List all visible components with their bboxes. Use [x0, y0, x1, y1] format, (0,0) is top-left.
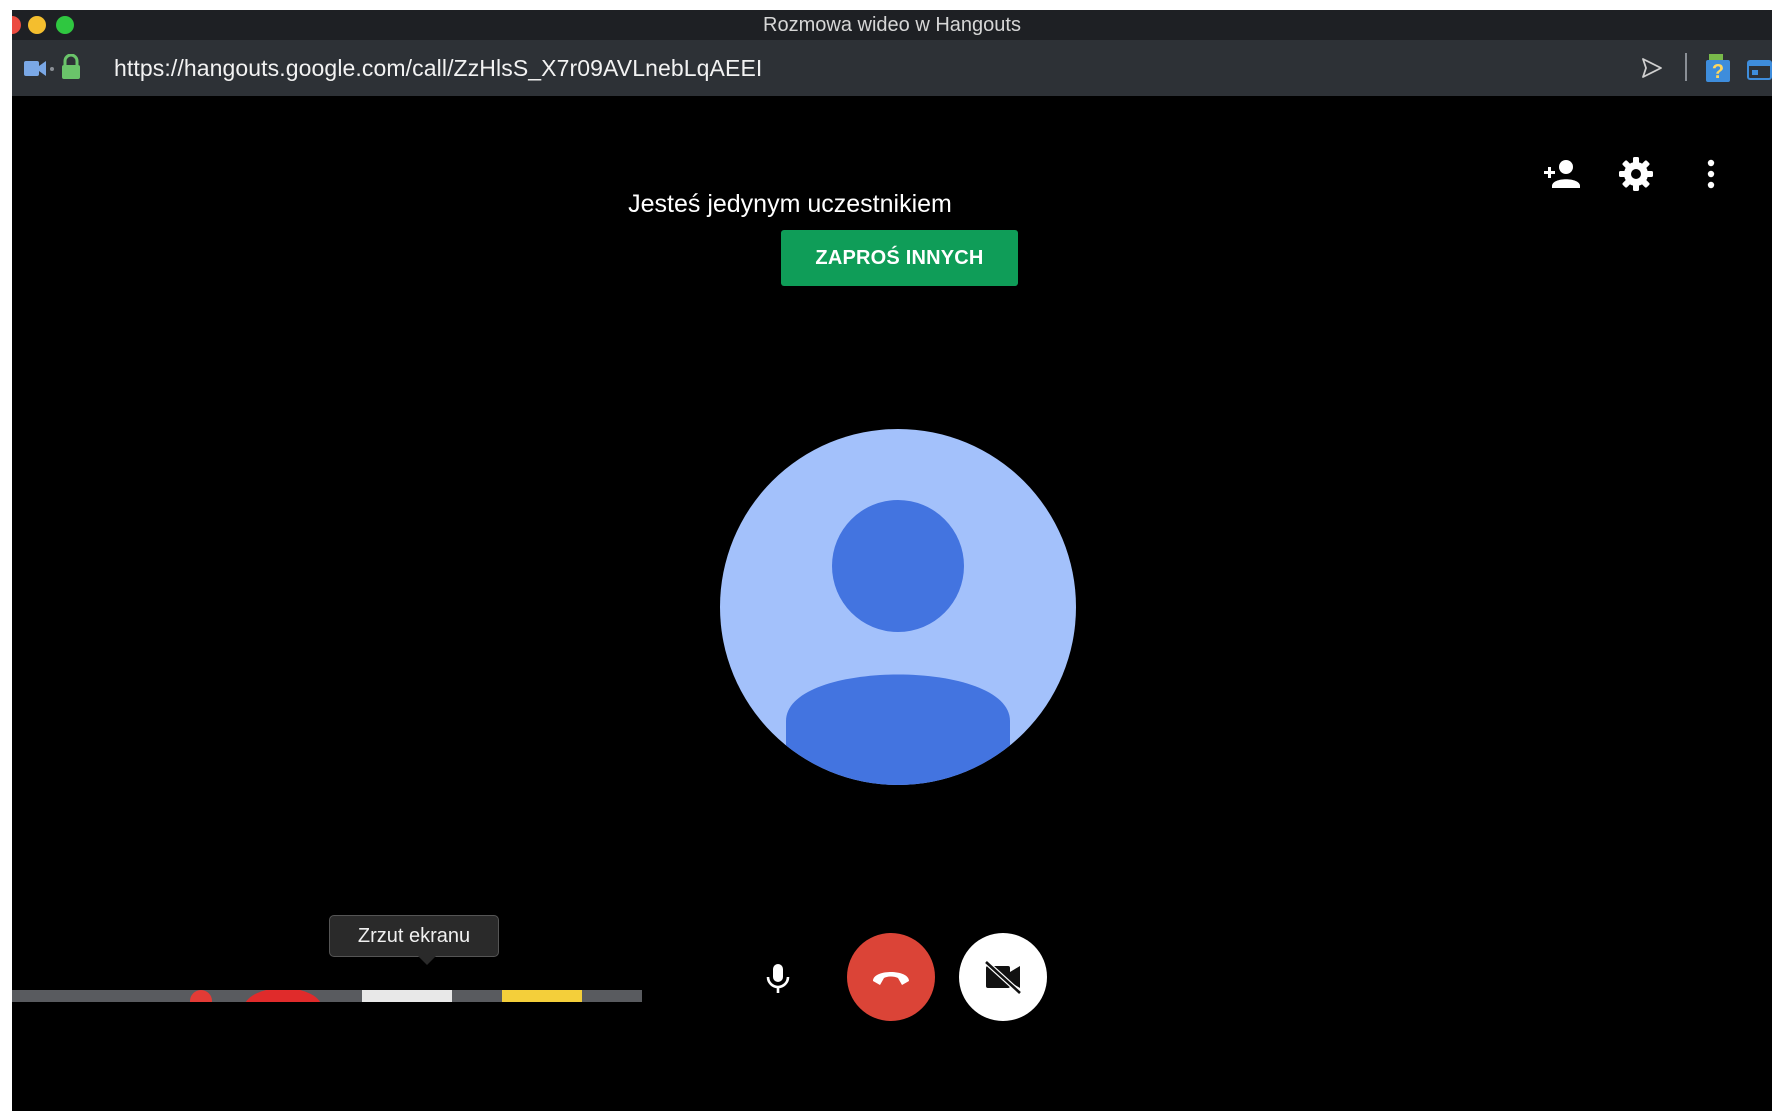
add-person-icon[interactable] [1542, 154, 1582, 194]
dock-app-red-icon[interactable] [244, 990, 322, 1002]
gear-icon[interactable] [1616, 154, 1656, 194]
title-bar: Rozmowa wideo w Hangouts [12, 10, 1772, 40]
hang-up-icon [873, 972, 909, 985]
participant-status: Jesteś jedynym uczestnikiem [628, 190, 952, 218]
url-text[interactable]: https://hangouts.google.com/call/ZzHlsS_… [114, 40, 762, 96]
send-icon[interactable] [1640, 56, 1664, 85]
screenshot-tooltip: Zrzut ekranu [329, 915, 499, 957]
dock-app-photos-icon[interactable] [362, 990, 452, 1002]
person-icon [786, 500, 1010, 785]
close-window-button[interactable] [12, 16, 21, 34]
microphone-icon[interactable] [758, 958, 798, 998]
invite-others-button[interactable]: ZAPROŚ INNYCH [781, 230, 1018, 286]
participant-avatar [720, 429, 1076, 785]
call-stage: Jesteś jedynym uczestnikiem ZAPROŚ INNYC… [12, 96, 1772, 1111]
video-camera-icon [24, 58, 56, 85]
dock-strip [12, 990, 642, 1002]
svg-text:?: ? [1712, 61, 1724, 82]
hangouts-window: Rozmowa wideo w Hangouts https://hangout… [12, 10, 1772, 1111]
hang-up-button[interactable] [847, 933, 935, 1021]
zoom-window-button[interactable] [56, 16, 74, 34]
extension-help-icon[interactable]: ? [1706, 54, 1732, 87]
toolbar-divider [1685, 53, 1687, 81]
extension-window-icon[interactable] [1747, 60, 1772, 85]
minimize-window-button[interactable] [28, 16, 46, 34]
address-bar: https://hangouts.google.com/call/ZzHlsS_… [12, 40, 1772, 96]
camera-toggle-button[interactable] [959, 933, 1047, 1021]
window-title: Rozmowa wideo w Hangouts [763, 14, 1021, 36]
more-vertical-icon[interactable] [1691, 154, 1731, 194]
lock-icon [61, 53, 81, 85]
video-off-icon [984, 960, 1022, 995]
dock-app-badge-icon[interactable] [190, 990, 212, 1002]
dock-app-notes-icon[interactable] [502, 990, 582, 1002]
tooltip-arrow [418, 956, 436, 965]
